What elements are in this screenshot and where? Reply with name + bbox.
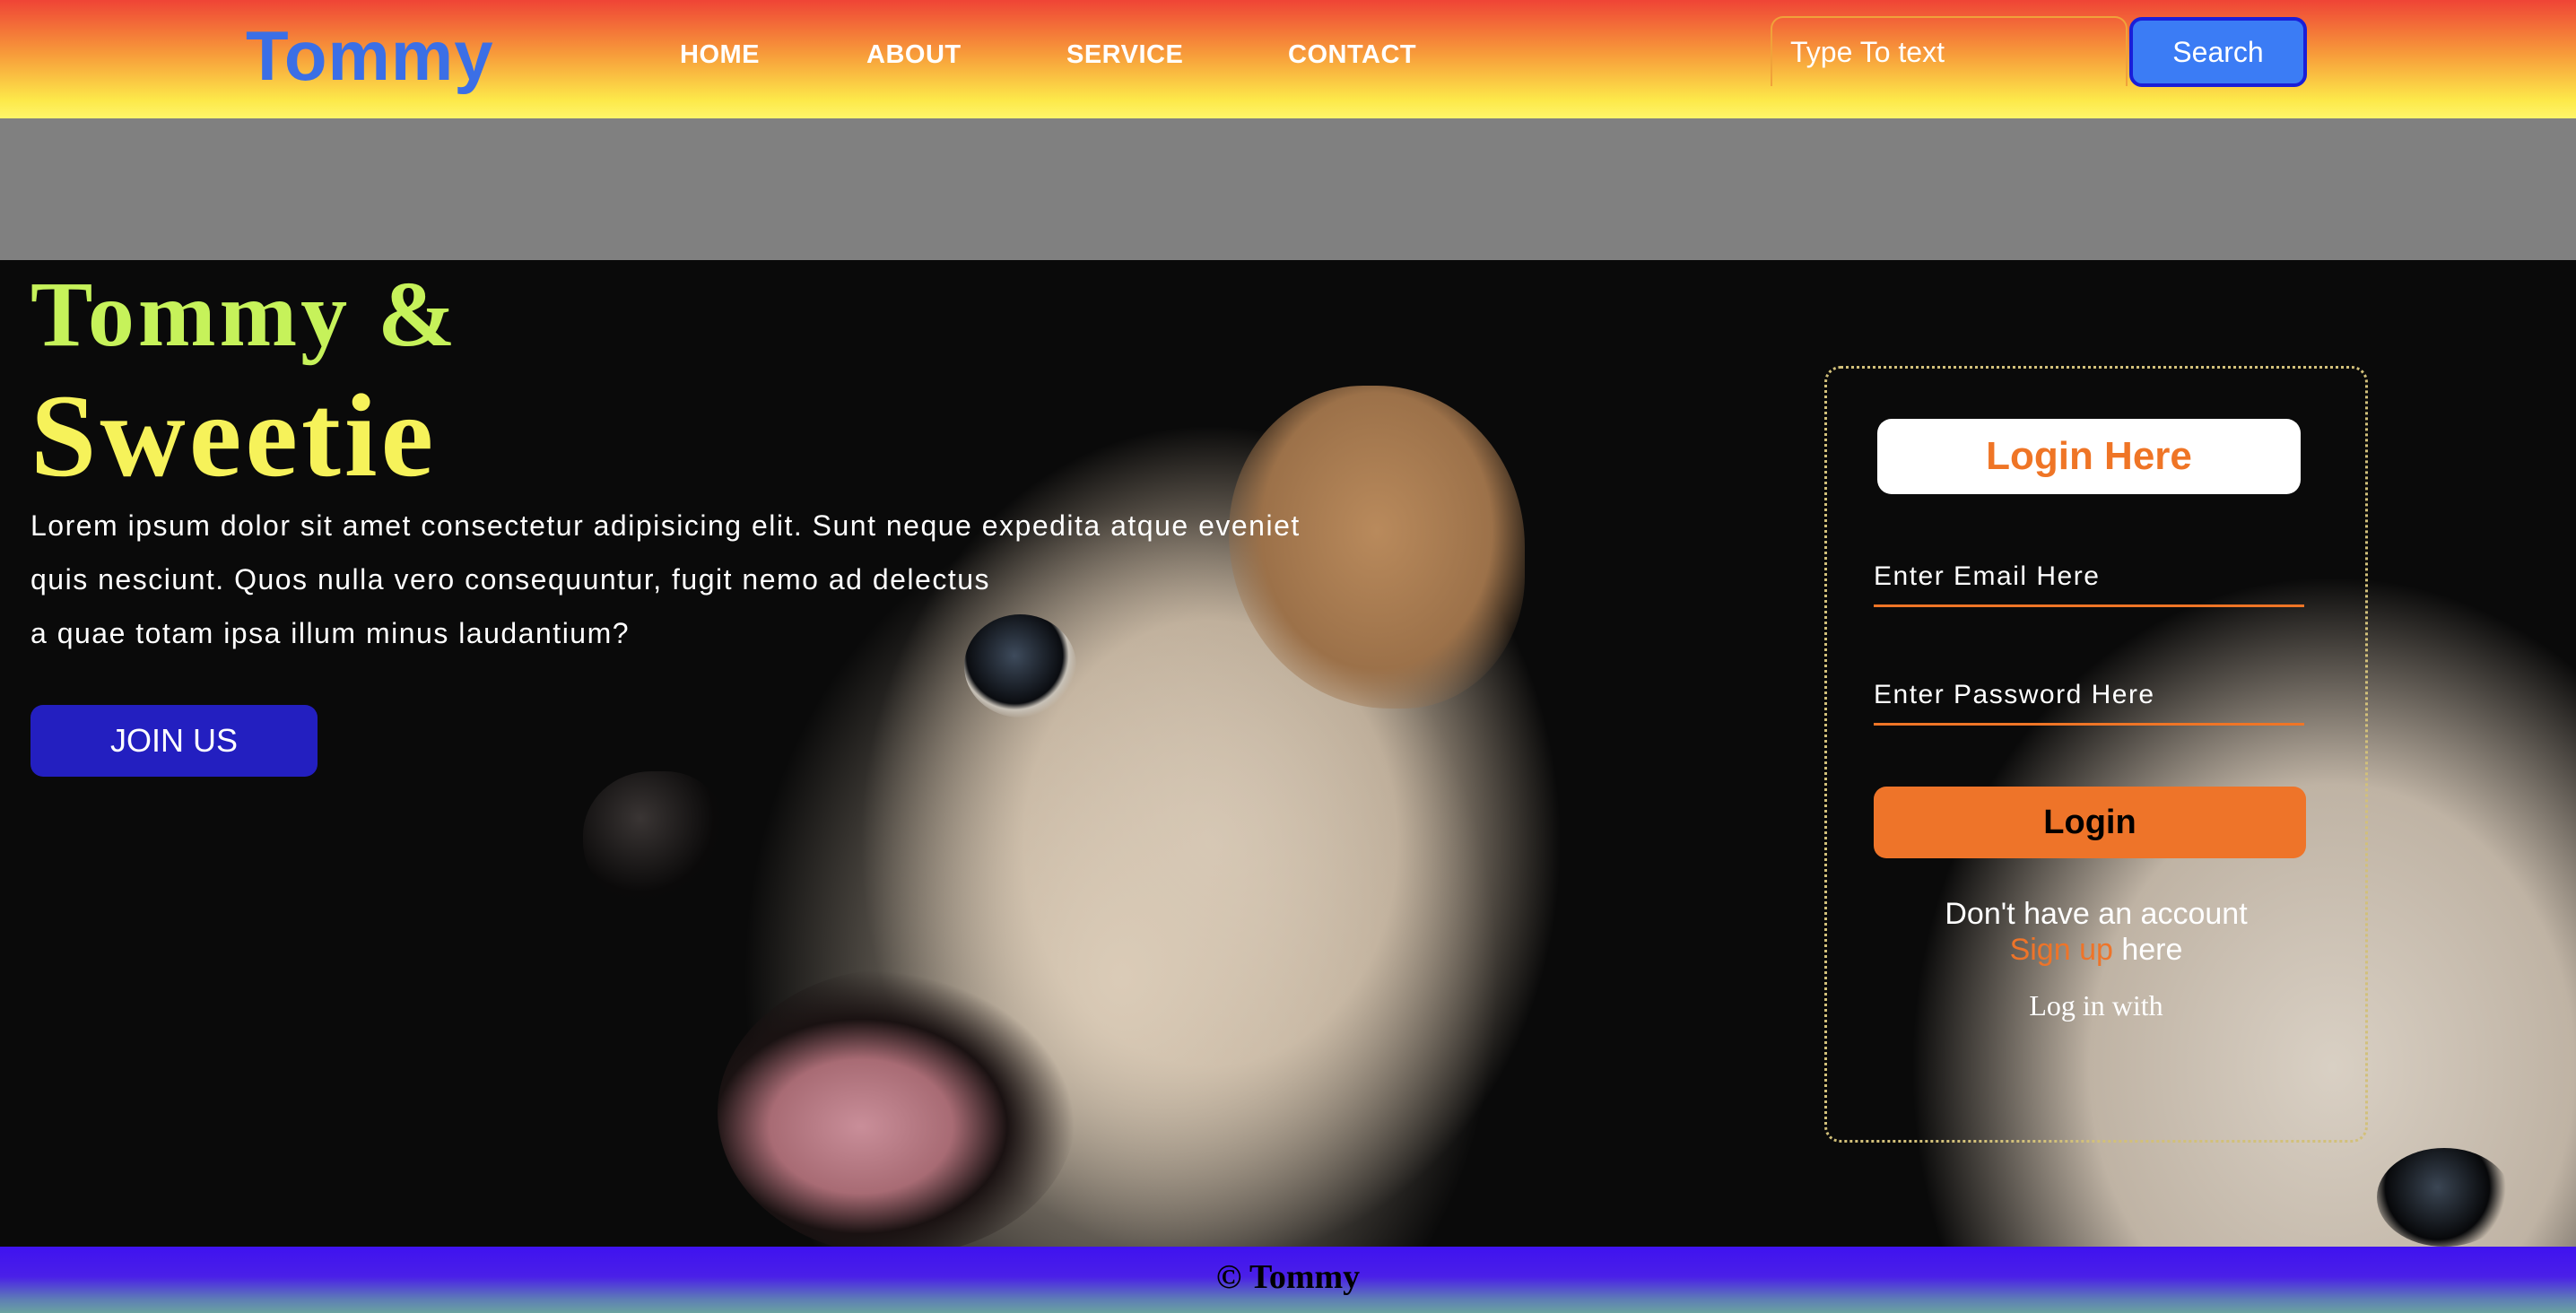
email-field[interactable] xyxy=(1874,548,2304,607)
hero-paragraph-line: Lorem ipsum dolor sit amet consectetur a… xyxy=(30,509,1301,542)
login-button[interactable]: Login xyxy=(1874,787,2306,858)
login-with-text: Log in with xyxy=(2029,989,2163,1022)
signup-prompt: Don't have an account Sign up here xyxy=(1827,896,2365,968)
nav-link-home[interactable]: HOME xyxy=(680,39,760,70)
second-dog-eye-shape xyxy=(2377,1148,2511,1247)
banner-strip xyxy=(0,118,2576,260)
signup-line: Sign up here xyxy=(1827,932,2365,968)
login-card: Login Here Login Don't have an account S… xyxy=(1824,366,2368,1143)
footer: © Tommy xyxy=(0,1247,2576,1313)
nav-link-about[interactable]: ABOUT xyxy=(866,39,962,70)
no-account-text: Don't have an account xyxy=(1945,897,2248,931)
password-field[interactable] xyxy=(1874,666,2304,726)
search-button[interactable]: Search xyxy=(2129,17,2307,87)
hero-paragraph: Lorem ipsum dolor sit amet consectetur a… xyxy=(30,499,1430,660)
nav-link-service[interactable]: SERVICE xyxy=(1066,39,1183,70)
login-title: Login Here xyxy=(1877,419,2301,494)
logo[interactable]: Tommy xyxy=(246,16,494,95)
hero-title-line1: Tommy & xyxy=(30,263,459,366)
hero-paragraph-line: quis nesciunt. Quos nulla vero consequun… xyxy=(30,563,990,596)
navbar: Tommy HOME ABOUT SERVICE CONTACT Search xyxy=(0,0,2576,118)
footer-copyright: © Tommy xyxy=(1215,1258,1361,1296)
dog-nose-shape xyxy=(583,771,727,906)
signup-suffix: here xyxy=(2112,933,2183,967)
dog-mouth-shape xyxy=(718,969,1076,1247)
join-us-button[interactable]: JOIN US xyxy=(30,705,318,777)
nav-link-contact[interactable]: CONTACT xyxy=(1288,39,1416,70)
signup-link[interactable]: Sign up xyxy=(2010,933,2113,967)
search-input[interactable] xyxy=(1771,16,2128,86)
hero-title-line2: Sweetie xyxy=(30,370,438,501)
hero-paragraph-line: a quae totam ipsa illum minus laudantium… xyxy=(30,617,631,649)
